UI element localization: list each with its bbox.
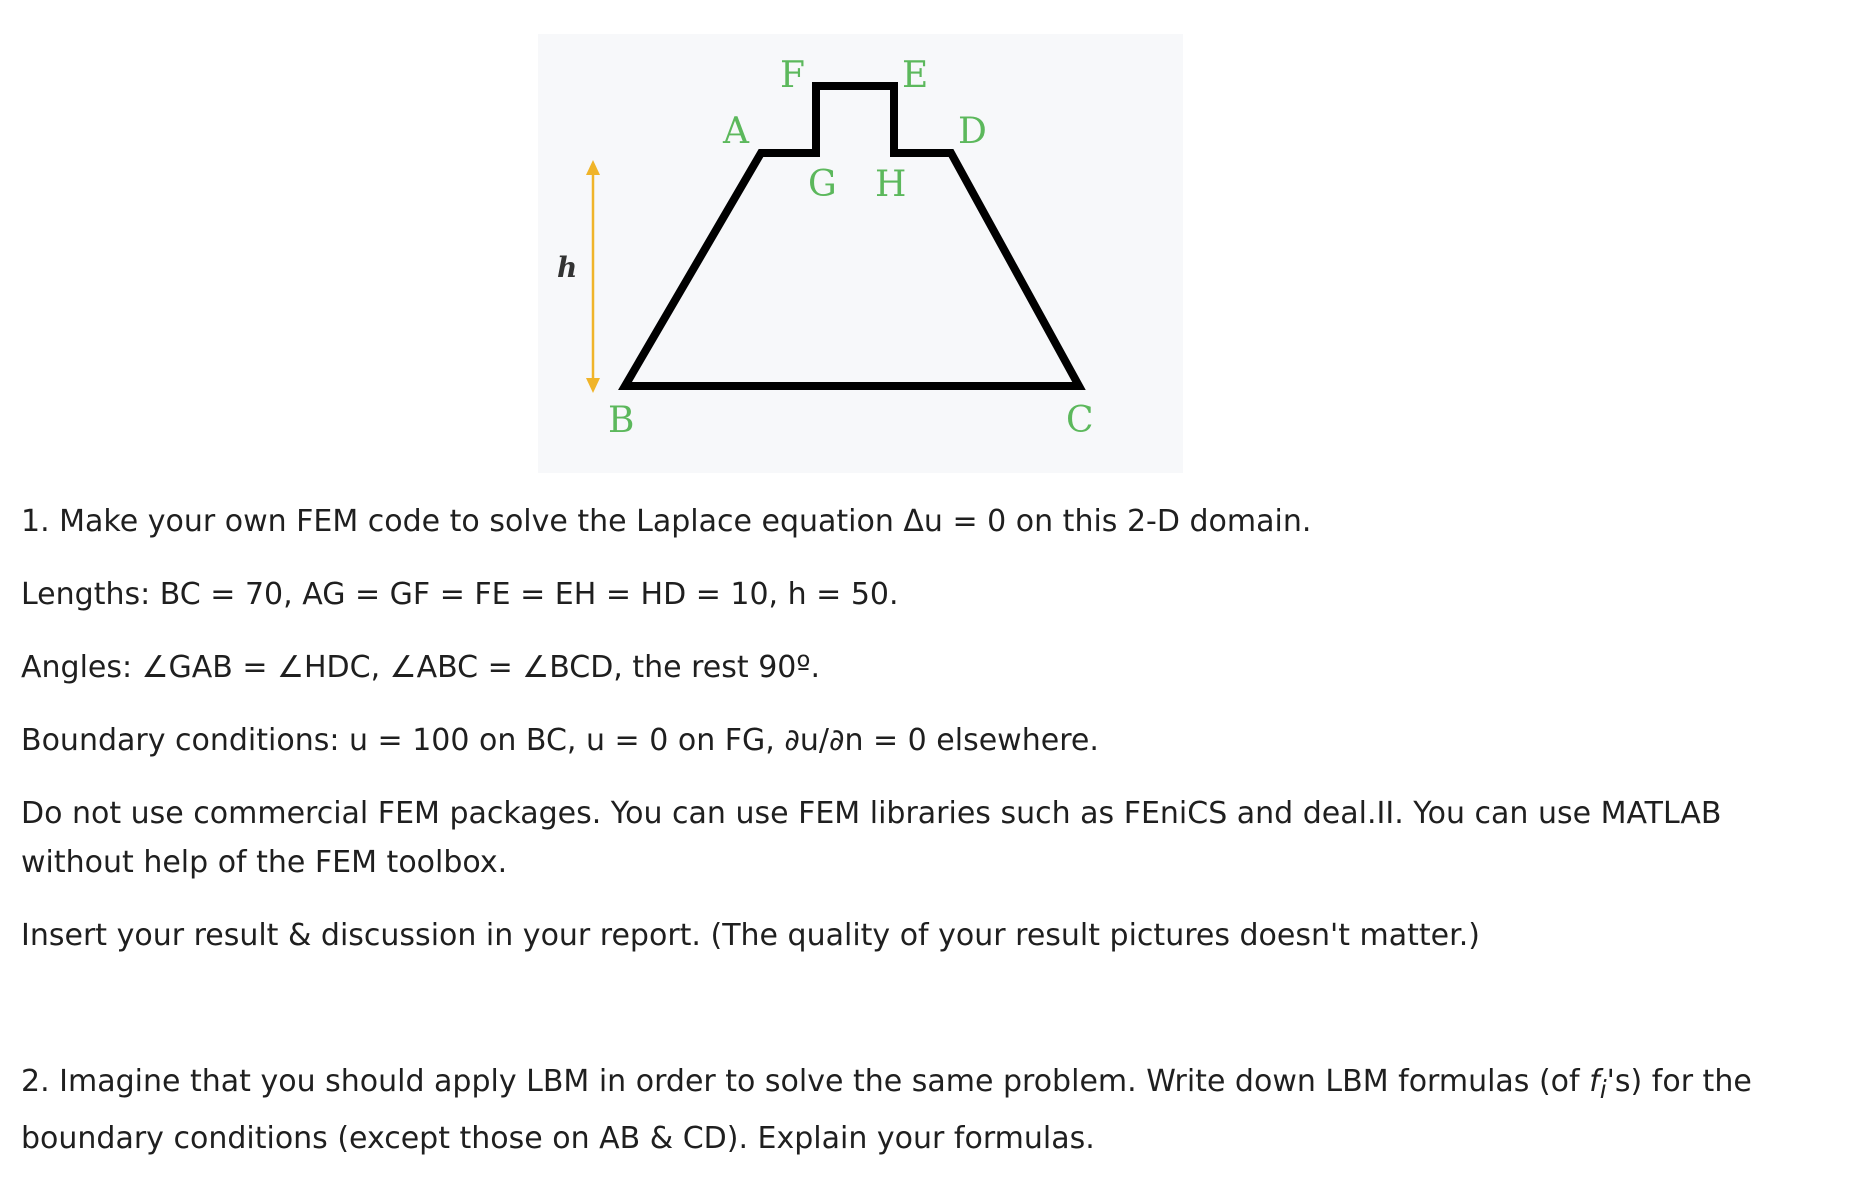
vertex-label-e: E [902, 55, 928, 96]
question-2-f-subscript: i [1599, 1075, 1607, 1104]
vertex-label-g: G [808, 164, 837, 205]
vertex-label-c: C [1066, 400, 1094, 441]
lengths-line: Lengths: BC = 70, AG = GF = FE = EH = HD… [21, 577, 899, 612]
vertex-label-d: D [958, 111, 987, 152]
vertex-label-h: H [875, 164, 906, 205]
domain-diagram: F E A D G H B C h [557, 55, 1094, 441]
height-label: h [557, 251, 577, 284]
domain-figure: F E A D G H B C h [538, 34, 1183, 473]
angles-line: Angles: ∠GAB = ∠HDC, ∠ABC = ∠BCD, the re… [21, 650, 821, 685]
height-arrow-head-bottom [586, 378, 600, 393]
question-1: 1. Make your own FEM code to solve the L… [21, 504, 1312, 539]
vertex-label-f: F [780, 55, 805, 96]
boundary-conditions-line: Boundary conditions: u = 100 on BC, u = … [21, 723, 1099, 758]
height-arrow-head-top [586, 160, 600, 175]
report-line: Insert your result & discussion in your … [21, 918, 1480, 953]
problem-text: 1. Make your own FEM code to solve the L… [21, 497, 1821, 1187]
vertex-label-b: B [608, 400, 634, 441]
question-2-start: 2. Imagine that you should apply LBM in … [21, 1064, 1590, 1099]
packages-paragraph: Do not use commercial FEM packages. You … [21, 796, 1722, 880]
question-2-f-symbol: f [1589, 1064, 1600, 1099]
domain-outline [618, 82, 1086, 390]
question-2: 2. Imagine that you should apply LBM in … [21, 1057, 1821, 1163]
vertex-label-a: A [722, 111, 750, 152]
